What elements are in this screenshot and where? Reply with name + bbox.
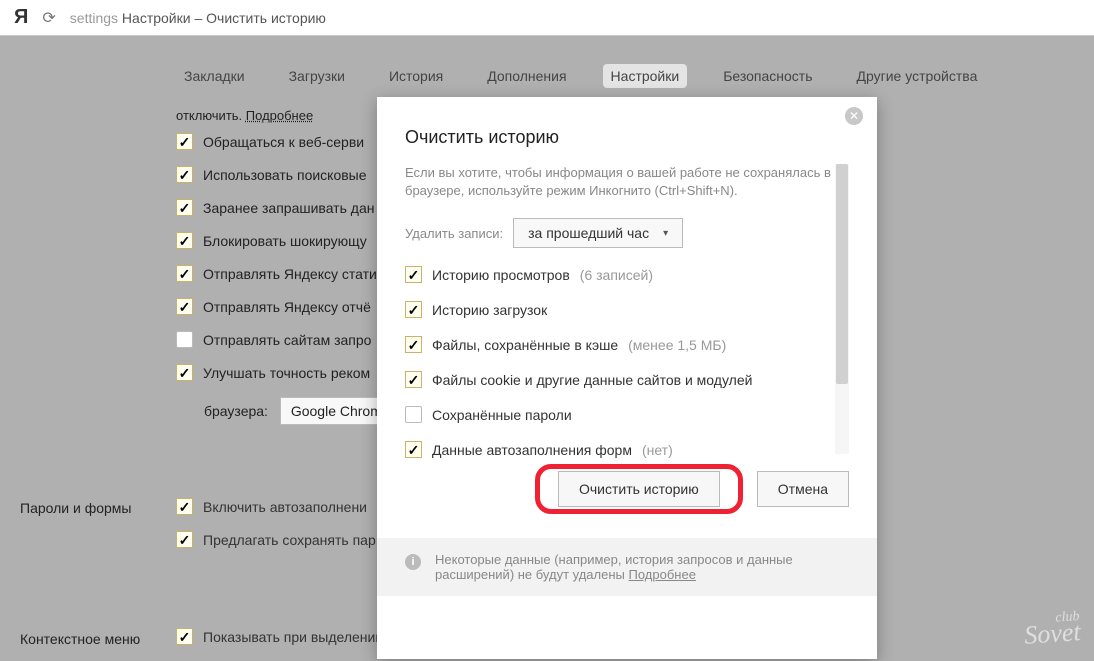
- watermark: club Sovet: [1022, 609, 1081, 651]
- tab-загрузки[interactable]: Загрузки: [281, 64, 353, 88]
- clear-option-label: Историю загрузок: [432, 302, 547, 318]
- tab-история[interactable]: История: [381, 64, 451, 88]
- delete-period-label: Удалить записи:: [405, 226, 503, 241]
- checkbox-icon[interactable]: [405, 371, 422, 388]
- footer-text: Некоторые данные (например, история запр…: [435, 552, 793, 582]
- clear-option[interactable]: Сохранённые пароли: [405, 406, 849, 423]
- clear-option-label: Данные автозаполнения форм: [432, 442, 632, 458]
- close-icon[interactable]: ✕: [845, 107, 863, 125]
- clear-history-dialog: ✕ Очистить историю Если вы хотите, чтобы…: [377, 97, 877, 659]
- dialog-footer: i Некоторые данные (например, история за…: [377, 538, 877, 596]
- checkbox-icon[interactable]: [176, 531, 193, 548]
- clear-option-note: (менее 1,5 МБ): [628, 337, 726, 353]
- clear-option-label: Файлы, сохранённые в кэше: [432, 337, 618, 353]
- settings-tabs: Закладки Загрузки История Дополнения Настрой…: [176, 64, 985, 88]
- cancel-button[interactable]: Отмена: [757, 471, 849, 507]
- setting-item-label: Отправлять Яндексу отчё: [203, 299, 371, 315]
- hint-prefix: отключить.: [176, 108, 242, 123]
- setting-item-label: Использовать поисковые: [203, 167, 367, 183]
- yandex-logo: Я: [14, 6, 28, 29]
- tab-безопасность[interactable]: Безопасность: [715, 64, 820, 88]
- checkbox-icon[interactable]: [176, 133, 193, 150]
- clear-option-note: (6 записей): [580, 267, 653, 283]
- checkbox-icon[interactable]: [405, 406, 422, 423]
- incognito-hint: Если вы хотите, чтобы информация о вашей…: [405, 164, 849, 200]
- tab-другие устройства[interactable]: Другие устройства: [849, 64, 986, 88]
- address-text[interactable]: settings Настройки – Очистить историю: [70, 10, 326, 26]
- clear-option[interactable]: Файлы cookie и другие данные сайтов и мо…: [405, 371, 849, 388]
- clear-option[interactable]: Файлы, сохранённые в кэше (менее 1,5 МБ): [405, 336, 849, 353]
- import-from-label: браузера:: [204, 403, 268, 419]
- checkbox-icon[interactable]: [176, 298, 193, 315]
- clear-history-button[interactable]: Очистить историю: [558, 471, 720, 507]
- checkbox-icon[interactable]: [176, 199, 193, 216]
- setting-item[interactable]: Включить автозаполнени: [176, 498, 376, 515]
- checkbox-icon[interactable]: [176, 498, 193, 515]
- footer-more-link[interactable]: Подробнее: [629, 567, 696, 582]
- setting-item-label: Обращаться к веб-серви: [203, 134, 364, 150]
- clear-option-label: Сохранённые пароли: [432, 407, 572, 423]
- highlight-annotation: Очистить историю: [535, 464, 743, 514]
- checkbox-icon[interactable]: [405, 336, 422, 353]
- setting-item-label: Блокировать шокирующу: [203, 233, 367, 249]
- address-bar: Я ⟳ settings Настройки – Очистить истори…: [0, 0, 1094, 36]
- section-passwords: Пароли и формы: [20, 500, 131, 516]
- setting-item-label: Включить автозаполнени: [203, 499, 367, 515]
- setting-item-label: Заранее запрашивать дан: [203, 200, 374, 216]
- setting-item-label: Отправлять сайтам запро: [203, 332, 371, 348]
- section-context: Контекстное меню: [20, 631, 140, 647]
- clear-option[interactable]: Данные автозаполнения форм (нет): [405, 441, 849, 458]
- dialog-title: Очистить историю: [377, 97, 877, 164]
- delete-period-value: за прошедший час: [528, 225, 649, 241]
- tab-закладки[interactable]: Закладки: [176, 64, 253, 88]
- setting-item-label: Улучшать точность реком: [203, 365, 370, 381]
- setting-item[interactable]: Предлагать сохранять пар: [176, 531, 376, 548]
- tab-настройки[interactable]: Настройки: [603, 64, 688, 88]
- checkbox-icon[interactable]: [176, 166, 193, 183]
- learn-more-link[interactable]: Подробнее: [246, 108, 313, 123]
- checkbox-icon[interactable]: [405, 301, 422, 318]
- chevron-down-icon: ▾: [663, 228, 668, 239]
- clear-option-label: Файлы cookie и другие данные сайтов и мо…: [432, 372, 752, 388]
- clear-option[interactable]: Историю просмотров (6 записей): [405, 266, 849, 283]
- checkbox-icon[interactable]: [176, 628, 193, 645]
- checkbox-icon[interactable]: [176, 265, 193, 282]
- clear-option-label: Историю просмотров: [432, 267, 570, 283]
- checkbox-icon[interactable]: [176, 331, 193, 348]
- clear-option-note: (нет): [642, 442, 673, 458]
- checkbox-icon[interactable]: [405, 266, 422, 283]
- checkbox-icon[interactable]: [405, 441, 422, 458]
- scrollbar-track[interactable]: [835, 164, 849, 454]
- info-icon: i: [405, 554, 421, 570]
- checkbox-icon[interactable]: [176, 364, 193, 381]
- setting-item-label: Предлагать сохранять пар: [203, 532, 376, 548]
- delete-period-select[interactable]: за прошедший час ▾: [513, 218, 683, 248]
- setting-item-label: Отправлять Яндексу стати: [203, 266, 377, 282]
- checkbox-icon[interactable]: [176, 232, 193, 249]
- clear-option[interactable]: Историю загрузок: [405, 301, 849, 318]
- tab-дополнения[interactable]: Дополнения: [479, 64, 574, 88]
- reload-icon[interactable]: ⟳: [42, 8, 55, 28]
- scrollbar-thumb[interactable]: [836, 164, 848, 384]
